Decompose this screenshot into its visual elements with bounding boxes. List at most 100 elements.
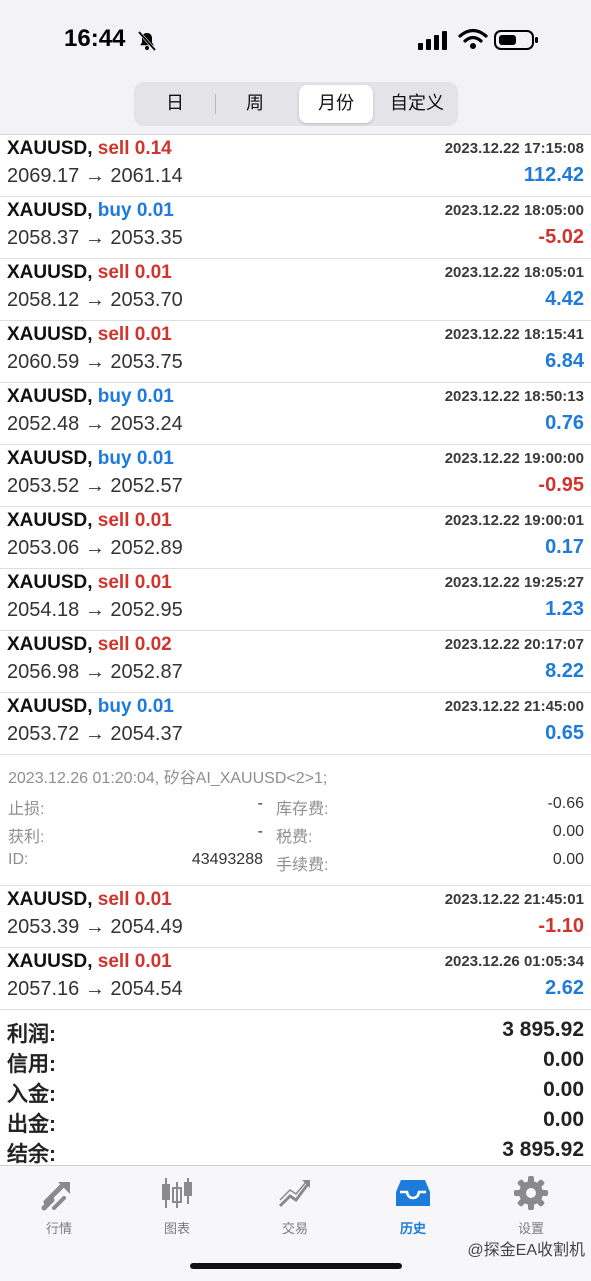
cellular-signal-icon [418, 31, 447, 50]
trade-side: sell 0.01 [97, 262, 172, 283]
trade-prices: 2053.06 → 2052.89 [7, 537, 183, 559]
symbol-text: XAUUSD, [7, 200, 93, 221]
trade-symbol: XAUUSD, buy 0.01 [7, 696, 174, 718]
home-indicator[interactable] [190, 1263, 402, 1269]
trade-row[interactable]: XAUUSD, sell 0.01 2023.12.22 19:00:01 2053… [0, 507, 591, 569]
tab-history[interactable]: 历史 [354, 1174, 472, 1237]
profit-value: 3 895.92 [502, 1018, 584, 1041]
trade-row[interactable]: XAUUSD, buy 0.01 2023.12.22 19:00:00 2053.… [0, 445, 591, 507]
symbol-text: XAUUSD, [7, 951, 93, 972]
trade-row[interactable]: XAUUSD, sell 0.01 2023.12.22 21:45:01 2053… [0, 886, 591, 948]
trade-side: sell 0.01 [97, 324, 172, 345]
tax-value: 0.00 [552, 823, 584, 840]
tab-chart-label: 图表 [163, 1222, 190, 1237]
id-label: ID: [8, 851, 29, 868]
profit-label: 利润: [7, 1023, 56, 1046]
segment-month[interactable]: 月份 [299, 85, 373, 123]
trade-row[interactable]: XAUUSD, buy 0.01 2023.12.22 18:50:13 2052.… [0, 383, 591, 445]
summary-deposit-row: 入金: 0.00 [0, 1076, 591, 1106]
detail-header: 2023.12.26 01:20:04, 矽谷AI_XAUUSD<2>1; [8, 770, 328, 787]
symbol-text: XAUUSD, [7, 696, 93, 717]
trade-time: 2023.12.22 21:45:01 [444, 891, 584, 908]
trade-row[interactable]: XAUUSD, buy 0.01 2023.12.22 18:05:00 2058.… [0, 197, 591, 259]
trade-side: buy 0.01 [97, 696, 174, 717]
trade-symbol: XAUUSD, buy 0.01 [7, 448, 174, 470]
trade-symbol: XAUUSD, sell 0.01 [7, 951, 172, 973]
deposit-value: 0.00 [543, 1078, 584, 1101]
settings-icon [514, 1176, 548, 1210]
trade-icon [278, 1180, 310, 1208]
trade-rows-after: XAUUSD, sell 0.01 2023.12.22 21:45:01 2053… [0, 886, 591, 1010]
trade-row[interactable]: XAUUSD, sell 0.01 2023.12.22 19:25:27 2054… [0, 569, 591, 631]
trade-row[interactable]: XAUUSD, sell 0.01 2023.12.22 18:05:01 2058… [0, 259, 591, 321]
trade-row[interactable]: XAUUSD, buy 0.01 2023.12.22 21:45:00 2053.… [0, 693, 591, 755]
trade-profit: 2.62 [545, 977, 584, 999]
trade-profit: -1.10 [538, 915, 584, 937]
balance-label: 结余: [7, 1143, 56, 1165]
withdraw-value: 0.00 [543, 1108, 584, 1131]
wifi-icon [458, 28, 488, 49]
status-bar: 16:44 [0, 0, 591, 72]
status-time: 16:44 [64, 25, 126, 52]
trade-time: 2023.12.26 01:05:34 [444, 953, 584, 970]
trade-row[interactable]: XAUUSD, sell 0.14 2023.12.22 17:15:08 2069… [0, 135, 591, 197]
trade-profit: 0.65 [545, 722, 584, 744]
trade-profit: -0.95 [538, 474, 584, 496]
fee-value: 0.00 [552, 851, 584, 868]
summary-credit-row: 信用: 0.00 [0, 1046, 591, 1076]
trade-side: sell 0.01 [97, 510, 172, 531]
trade-profit: 0.76 [545, 412, 584, 434]
trade-profit: 4.42 [545, 288, 584, 310]
trade-symbol: XAUUSD, sell 0.02 [7, 634, 172, 656]
tab-trade[interactable]: 交易 [236, 1174, 354, 1237]
take-profit-label: 获利: [8, 829, 45, 846]
trade-prices: 2057.16 → 2054.54 [7, 978, 183, 1000]
symbol-text: XAUUSD, [7, 510, 93, 531]
trade-side: sell 0.01 [97, 572, 172, 593]
trade-row[interactable]: XAUUSD, sell 0.01 2023.12.22 18:15:41 2060… [0, 321, 591, 383]
symbol-text: XAUUSD, [7, 634, 93, 655]
swap-label: 库存费: [276, 801, 329, 818]
withdraw-label: 出金: [7, 1113, 56, 1136]
trade-time: 2023.12.22 20:17:07 [444, 636, 584, 653]
trade-prices: 2058.12 → 2053.70 [7, 289, 183, 311]
tab-settings-label: 设置 [517, 1222, 544, 1237]
history-list[interactable]: XAUUSD, sell 0.14 2023.12.22 17:15:08 2069… [0, 134, 591, 1165]
trade-symbol: XAUUSD, sell 0.01 [7, 889, 172, 911]
credit-label: 信用: [7, 1053, 56, 1076]
bell-muted-icon [137, 31, 157, 51]
segment-week[interactable]: 周 [218, 85, 292, 123]
trade-profit: 6.84 [545, 350, 584, 372]
trade-symbol: XAUUSD, buy 0.01 [7, 200, 174, 222]
id-value: 43493288 [191, 851, 263, 868]
summary-withdraw-row: 出金: 0.00 [0, 1106, 591, 1136]
trade-symbol: XAUUSD, sell 0.01 [7, 572, 172, 594]
period-segmented-control: 日 周 月份 自定义 [134, 82, 458, 126]
trade-side: sell 0.01 [97, 889, 172, 910]
segment-day[interactable]: 日 [138, 85, 212, 123]
deposit-label: 入金: [7, 1083, 56, 1106]
trade-side: buy 0.01 [97, 200, 174, 221]
trade-time: 2023.12.22 19:00:00 [444, 450, 584, 467]
tab-chart[interactable]: 图表 [118, 1174, 236, 1237]
tab-quotes-label: 行情 [45, 1222, 72, 1237]
summary-profit-row: 利润: 3 895.92 [0, 1016, 591, 1046]
trade-symbol: XAUUSD, sell 0.14 [7, 138, 172, 160]
trade-time: 2023.12.22 18:15:41 [444, 326, 584, 343]
segment-custom[interactable]: 自定义 [379, 85, 455, 123]
trade-prices: 2058.37 → 2053.35 [7, 227, 183, 249]
trade-prices: 2053.72 → 2054.37 [7, 723, 183, 745]
credit-value: 0.00 [543, 1048, 584, 1071]
trade-side: sell 0.01 [97, 951, 172, 972]
swap-value: -0.66 [547, 795, 584, 812]
trade-profit: 8.22 [545, 660, 584, 682]
battery-icon [494, 30, 538, 50]
tab-quotes[interactable]: 行情 [0, 1174, 118, 1237]
summary-balance-row: 结余: 3 895.92 [0, 1136, 591, 1165]
tab-settings[interactable]: 设置 [472, 1174, 590, 1237]
trade-prices: 2060.59 → 2053.75 [7, 351, 183, 373]
trade-side: sell 0.02 [97, 634, 172, 655]
trade-profit: -5.02 [538, 226, 584, 248]
trade-row[interactable]: XAUUSD, sell 0.01 2023.12.26 01:05:34 2057… [0, 948, 591, 1010]
trade-row[interactable]: XAUUSD, sell 0.02 2023.12.22 20:17:07 2056… [0, 631, 591, 693]
